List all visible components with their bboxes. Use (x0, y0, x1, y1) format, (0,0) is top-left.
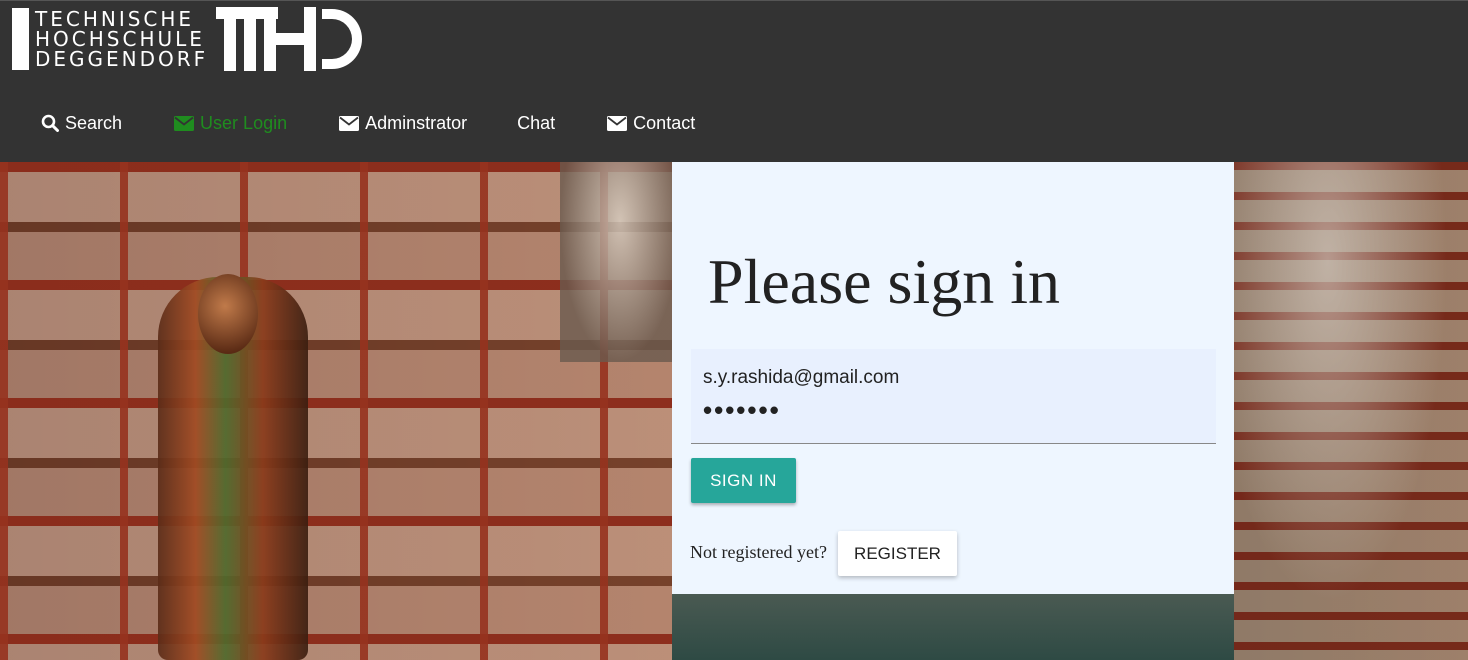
top-navigation-bar: TECHNISCHE HOCHSCHULE DEGGENDORF Search (0, 0, 1468, 162)
thd-logo[interactable]: TECHNISCHE HOCHSCHULE DEGGENDORF (12, 7, 366, 71)
nav-chat[interactable]: Chat (517, 113, 555, 134)
not-registered-text: Not registered yet? (690, 542, 827, 562)
page-title: Please sign in (708, 246, 1060, 317)
logo-line-3: DEGGENDORF (35, 47, 209, 71)
register-button[interactable]: REGISTER (838, 531, 957, 576)
nav-user-login-label: User Login (200, 112, 288, 133)
nav-administrator-label: Adminstrator (365, 112, 468, 133)
sign-in-panel: Please sign in SIGN IN Not registered ye… (672, 162, 1234, 594)
thd-logo-mark (216, 7, 363, 71)
nav-contact[interactable]: Contact (607, 113, 695, 134)
logo-text: TECHNISCHE HOCHSCHULE DEGGENDORF (35, 9, 208, 69)
envelope-icon (339, 115, 360, 131)
bookshelves-right (1234, 162, 1468, 660)
library-floor (672, 594, 1234, 660)
ornate-ceiling (560, 162, 680, 362)
logo-line-1: TECHNISCHE (35, 7, 195, 31)
sign-in-button[interactable]: SIGN IN (691, 458, 796, 503)
email-field[interactable] (703, 363, 1203, 393)
logo-bar-graphic (12, 8, 29, 70)
credentials-fields (691, 349, 1216, 444)
nav-contact-label: Contact (633, 112, 696, 133)
envelope-icon (607, 115, 628, 131)
password-field[interactable] (703, 395, 1203, 425)
nav-search-label: Search (65, 112, 123, 133)
nav-search[interactable]: Search (41, 113, 122, 134)
nav-administrator[interactable]: Adminstrator (339, 113, 467, 134)
nav-chat-label: Chat (517, 112, 556, 133)
search-icon (41, 114, 59, 132)
main-nav: Search User Login Adminstrator Chat Cont (0, 107, 695, 139)
logo-line-2: HOCHSCHULE (35, 27, 205, 51)
statue-head (198, 274, 258, 354)
envelope-icon (174, 115, 195, 131)
nav-user-login[interactable]: User Login (174, 113, 287, 134)
